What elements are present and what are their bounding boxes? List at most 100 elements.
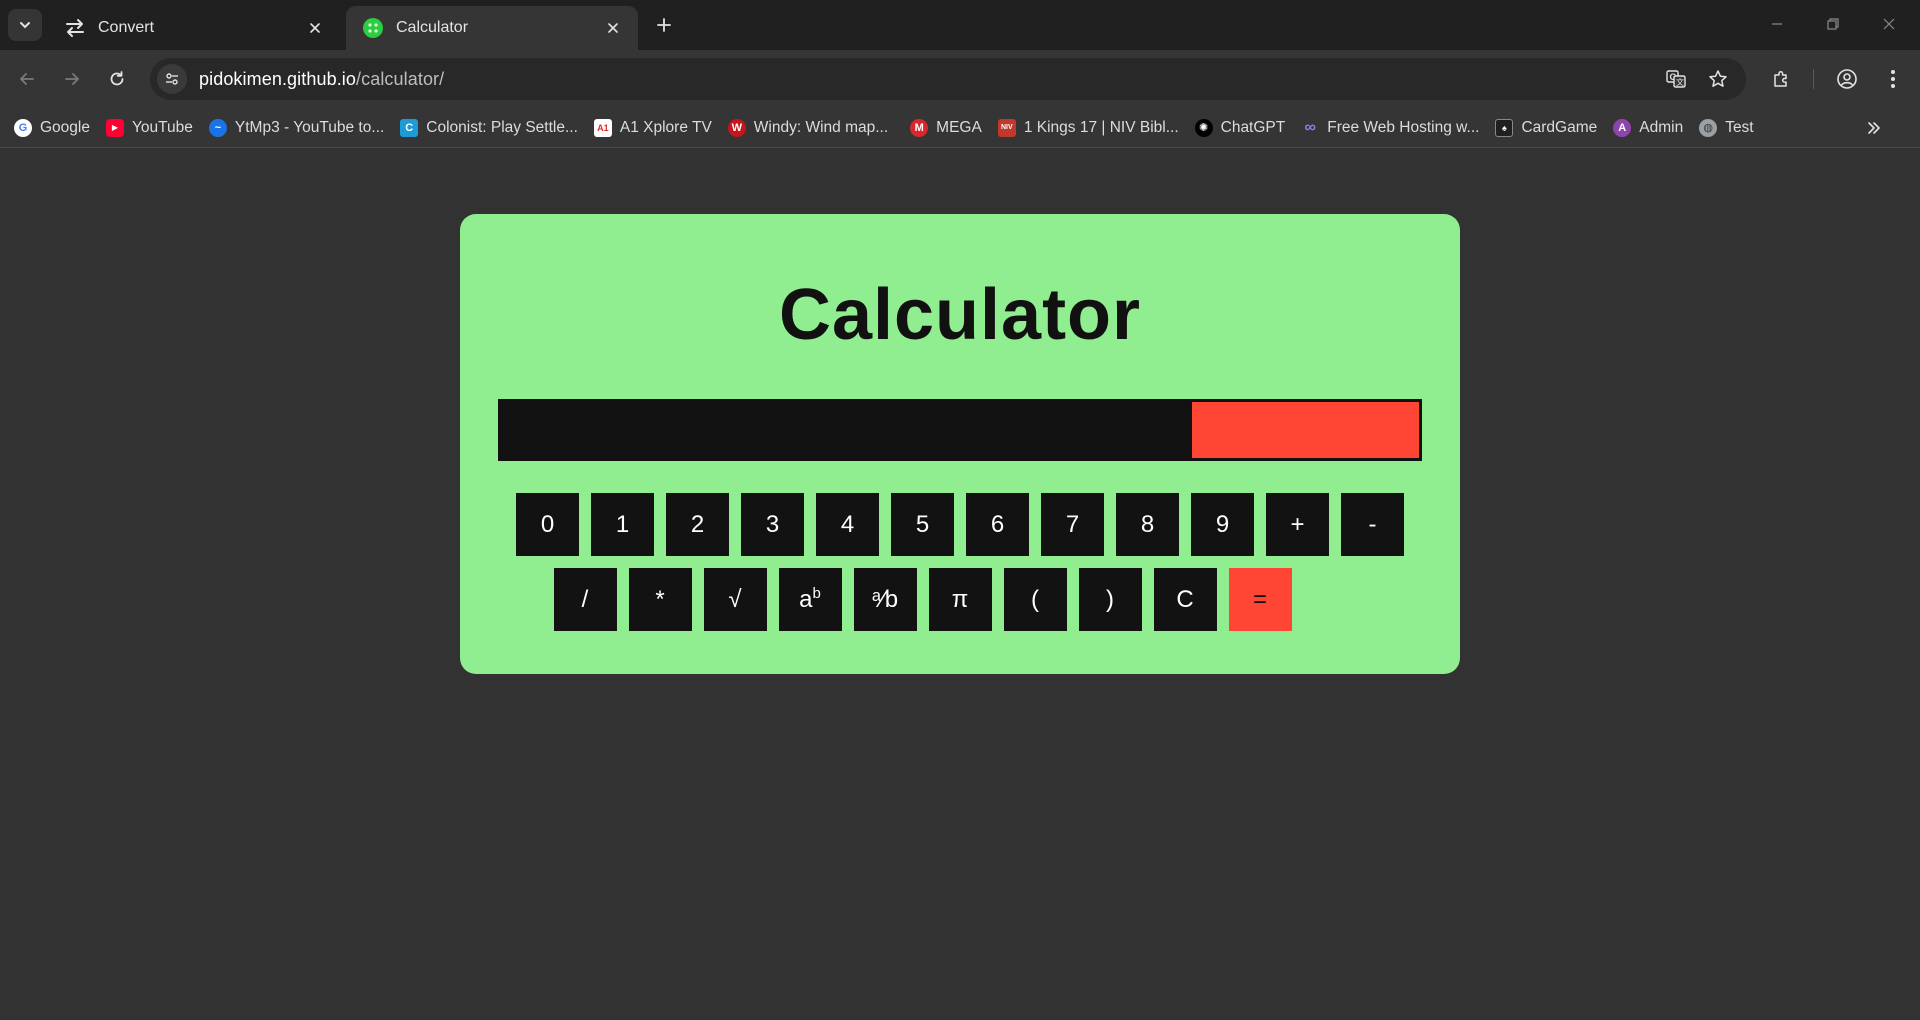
- bookmark-label: Test: [1725, 118, 1754, 136]
- tune-icon: [166, 73, 178, 85]
- bookmark-label: 1 Kings 17 | NIV Bibl...: [1023, 118, 1179, 136]
- key-9[interactable]: 9: [1191, 493, 1254, 556]
- display-submit-button[interactable]: [1189, 402, 1419, 458]
- key-3[interactable]: 3: [741, 493, 804, 556]
- svg-text:文: 文: [1676, 77, 1684, 87]
- close-icon: [1883, 18, 1895, 30]
- reload-button[interactable]: [101, 63, 133, 95]
- bookmark-label: Admin: [1639, 118, 1684, 136]
- bookmark-star-button[interactable]: [1703, 64, 1733, 94]
- key-7[interactable]: 7: [1041, 493, 1104, 556]
- bookmark-a1-xplore[interactable]: A1 A1 Xplore TV: [593, 114, 720, 142]
- reload-icon: [110, 71, 124, 86]
- bookmark-chatgpt[interactable]: ✺ ChatGPT: [1194, 114, 1294, 142]
- back-button[interactable]: [11, 63, 43, 95]
- restore-icon: [1827, 18, 1839, 30]
- google-icon: G: [14, 118, 32, 137]
- key-equals[interactable]: =: [1228, 568, 1292, 631]
- key-divide[interactable]: /: [553, 568, 617, 631]
- bookmark-colonist[interactable]: C Colonist: Play Settle...: [400, 114, 586, 142]
- bookmark-label: Free Web Hosting w...: [1327, 118, 1480, 136]
- close-window-button[interactable]: [1866, 8, 1912, 40]
- bookmark-free-hosting[interactable]: ∞ Free Web Hosting w...: [1301, 114, 1487, 142]
- tab-search-button[interactable]: [8, 9, 42, 41]
- bookmark-label: YouTube: [131, 118, 193, 136]
- bookmark-label: CardGame: [1521, 118, 1598, 136]
- calculator-display: [498, 399, 1422, 461]
- more-vert-icon: [1891, 70, 1895, 88]
- tab-title: Calculator: [396, 19, 469, 36]
- bookmark-label: ChatGPT: [1220, 118, 1286, 136]
- bookmark-cardgame[interactable]: ♠ CardGame: [1495, 114, 1605, 142]
- infinity-icon: ∞: [1304, 118, 1316, 136]
- translate-icon: G文: [1666, 70, 1686, 88]
- more-bookmarks-button[interactable]: [1862, 116, 1886, 140]
- key-fraction[interactable]: ᵃ⁄b: [853, 568, 917, 631]
- page-title: Calculator: [778, 275, 1142, 355]
- key-6[interactable]: 6: [966, 493, 1029, 556]
- key-sqrt[interactable]: √: [703, 568, 767, 631]
- bookmark-test[interactable]: ◍ Test: [1699, 114, 1761, 142]
- chatgpt-icon: ✺: [1194, 118, 1213, 137]
- bookmark-mega[interactable]: M MEGA: [910, 114, 990, 142]
- a1-icon: A1: [593, 118, 612, 137]
- bible-icon: NIV: [997, 118, 1016, 137]
- url-text[interactable]: pidokimen.github.io/calculator/: [199, 69, 444, 90]
- tab-convert[interactable]: Convert: [48, 6, 340, 50]
- tab-calculator[interactable]: Calculator: [346, 6, 638, 50]
- tab-title: Convert: [98, 19, 155, 36]
- site-info-button[interactable]: [157, 64, 187, 94]
- profile-button[interactable]: [1831, 63, 1863, 95]
- colonist-icon: C: [400, 118, 419, 137]
- key-power[interactable]: ab: [778, 568, 842, 631]
- key-power-base: a: [799, 585, 813, 613]
- browser-toolbar: pidokimen.github.io/calculator/ G文: [0, 50, 1920, 108]
- address-bar[interactable]: pidokimen.github.io/calculator/ G文: [150, 58, 1746, 100]
- globe-icon: ◍: [1699, 118, 1718, 137]
- url-path: /calculator/: [356, 68, 445, 89]
- calculator-favicon-icon: [362, 17, 384, 39]
- extensions-button[interactable]: [1765, 63, 1797, 95]
- close-tab-icon[interactable]: [304, 17, 326, 39]
- key-clear[interactable]: C: [1153, 568, 1217, 631]
- translate-button[interactable]: G文: [1661, 64, 1691, 94]
- puzzle-icon: [1774, 70, 1787, 87]
- bookmark-label: A1 Xplore TV: [619, 118, 712, 136]
- key-minus[interactable]: -: [1341, 493, 1404, 556]
- admin-icon: A: [1613, 118, 1632, 137]
- bookmark-bible[interactable]: NIV 1 Kings 17 | NIV Bibl...: [997, 114, 1187, 142]
- key-open-paren[interactable]: (: [1003, 568, 1067, 631]
- key-pi[interactable]: π: [928, 568, 992, 631]
- bookmark-windy[interactable]: W Windy: Wind map...: [727, 114, 896, 142]
- keypad: 0 1 2 3 4 5 6 7 8 9 + - / * √ ab ᵃ⁄b π (: [460, 493, 1460, 643]
- key-plus[interactable]: +: [1266, 493, 1329, 556]
- page-viewport: Calculator 0 1 2 3 4 5 6 7 8 9 + - / * √…: [0, 149, 1920, 1020]
- key-0[interactable]: 0: [516, 493, 579, 556]
- forward-button[interactable]: [56, 63, 88, 95]
- key-4[interactable]: 4: [816, 493, 879, 556]
- minimize-button[interactable]: [1754, 8, 1800, 40]
- key-5[interactable]: 5: [891, 493, 954, 556]
- restore-button[interactable]: [1810, 8, 1856, 40]
- key-2[interactable]: 2: [666, 493, 729, 556]
- key-1[interactable]: 1: [591, 493, 654, 556]
- expression-input[interactable]: [501, 402, 1189, 458]
- keypad-row-1: 0 1 2 3 4 5 6 7 8 9 + -: [460, 493, 1460, 556]
- bookmark-label: Google: [40, 118, 90, 136]
- bookmark-admin[interactable]: A Admin: [1613, 114, 1691, 142]
- toolbar-separator: [1813, 69, 1814, 89]
- bookmark-label: Windy: Wind map...: [753, 118, 889, 136]
- bookmark-youtube[interactable]: ▶ YouTube: [105, 114, 201, 142]
- key-multiply[interactable]: *: [628, 568, 692, 631]
- account-icon: [1837, 69, 1857, 89]
- bookmark-google[interactable]: G Google: [14, 114, 98, 142]
- bookmark-ytmp3[interactable]: ~ YtMp3 - YouTube to...: [208, 114, 392, 142]
- close-tab-icon[interactable]: [602, 17, 624, 39]
- arrows-swap-icon: [64, 17, 86, 39]
- new-tab-button[interactable]: [650, 11, 678, 39]
- minimize-icon: [1772, 23, 1782, 25]
- menu-button[interactable]: [1877, 63, 1909, 95]
- bookmark-label: Colonist: Play Settle...: [426, 118, 578, 136]
- key-8[interactable]: 8: [1116, 493, 1179, 556]
- key-close-paren[interactable]: ): [1078, 568, 1142, 631]
